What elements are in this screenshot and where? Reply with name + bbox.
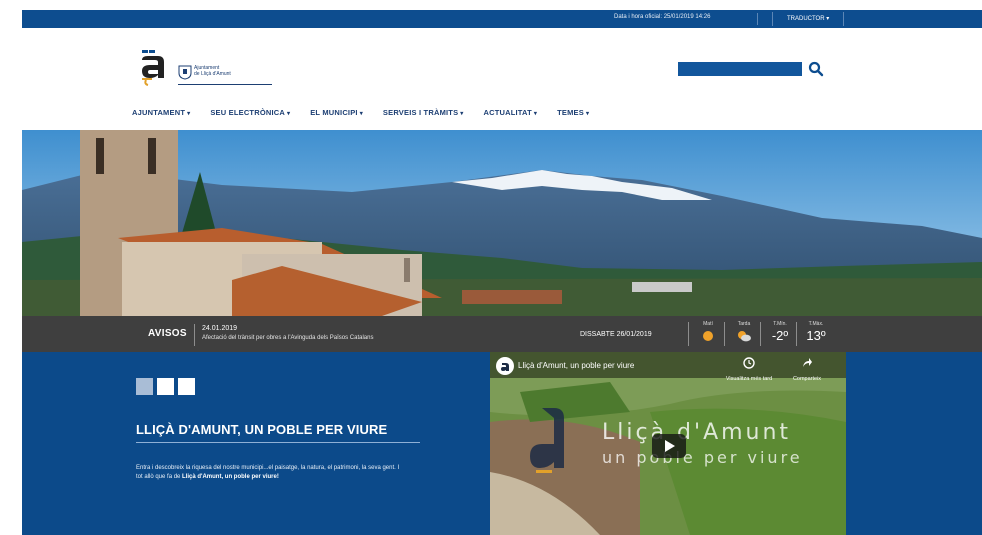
nav-item-temes[interactable]: TEMES ▾ — [557, 108, 589, 122]
chevron-down-icon: ▾ — [287, 111, 291, 117]
intro-paragraph: Entra i descobreix la riquesa del nostre… — [136, 464, 406, 481]
nav-item-serveis-tramits[interactable]: SERVEIS I TRÀMITS ▾ — [383, 108, 464, 122]
weather-afternoon: Tarda — [730, 320, 758, 348]
notice-link[interactable]: Afectació del trànsit per obres a l'Avin… — [202, 335, 373, 341]
channel-logo-icon[interactable] — [496, 357, 514, 375]
chevron-down-icon: ▾ — [585, 111, 590, 117]
search-icon[interactable] — [808, 61, 824, 77]
chevron-down-icon: ▾ — [460, 111, 464, 117]
site-header: Ajuntament de Lliçà d'Amunt AJUNTAMENT ▾ … — [22, 28, 982, 130]
hero-landscape-image — [22, 130, 982, 316]
slide-dot[interactable] — [178, 378, 195, 395]
main-nav: AJUNTAMENT ▾ SEU ELECTRÒNICA ▾ EL MUNICIPI… — [132, 108, 609, 122]
nav-item-el-municipi[interactable]: EL MUNICIPI ▾ — [310, 108, 363, 122]
partly-cloudy-icon — [738, 331, 751, 342]
nav-item-seu-electronica[interactable]: SEU ELECTRÒNICA ▾ — [210, 108, 290, 122]
notices-label: AVISOS — [148, 328, 187, 339]
logo-wordmark: Ajuntament de Lliçà d'Amunt — [194, 65, 231, 77]
slide-dot[interactable] — [136, 378, 153, 395]
watch-later-button[interactable]: Visualitza més tard — [724, 356, 774, 382]
logo-line-2: de Lliçà d'Amunt — [194, 71, 231, 77]
section-headline: LLIÇÀ D'AMUNT, UN POBLE PER VIURE — [136, 422, 388, 437]
weather-divider — [796, 322, 797, 346]
share-icon — [803, 358, 812, 367]
chevron-down-icon: ▾ — [187, 111, 191, 117]
slide-dot[interactable] — [157, 378, 174, 395]
video-player[interactable]: Lliçà d'Amunt, un poble per viure Visual… — [490, 352, 846, 535]
chevron-down-icon: ▾ — [826, 16, 830, 22]
search-input[interactable] — [678, 62, 802, 76]
video-title[interactable]: Lliçà d'Amunt, un poble per viure — [518, 361, 634, 370]
notice-divider — [194, 324, 195, 346]
current-date: DISSABTE 26/01/2019 — [580, 331, 652, 338]
town-logo-icon[interactable] — [138, 48, 168, 86]
page-frame: Data i hora oficial: 25/01/2019 14:26 TR… — [22, 10, 982, 535]
nav-item-actualitat[interactable]: ACTUALITAT ▾ — [484, 108, 538, 122]
topbar-divider — [757, 13, 758, 25]
clock-icon — [743, 357, 755, 369]
sun-icon — [703, 331, 713, 341]
chevron-down-icon: ▾ — [533, 111, 538, 117]
video-overlay-subtitle: un poble per viure — [602, 448, 803, 467]
nav-item-ajuntament[interactable]: AJUNTAMENT ▾ — [132, 108, 190, 122]
weather-morning: Matí — [694, 320, 722, 348]
coat-of-arms-icon — [178, 65, 192, 80]
translator-dropdown[interactable]: TRADUCTOR ▾ — [772, 12, 845, 26]
weather-divider — [760, 322, 761, 346]
weather-max-temp: T.Màx. 13º — [806, 321, 826, 343]
translator-label: TRADUCTOR — [787, 16, 825, 22]
logo-underline — [178, 84, 272, 85]
play-button[interactable] — [652, 434, 686, 458]
notice-bar: AVISOS 24.01.2019 Afectació del trànsit … — [22, 316, 982, 352]
video-overlay-title: Lliçà d'Amunt — [602, 420, 792, 445]
slide-indicators — [136, 378, 195, 395]
weather-min-temp: T.Mín. -2º — [771, 321, 789, 343]
headline-divider — [136, 442, 420, 443]
notice-date: 24.01.2019 — [202, 325, 238, 332]
weather-divider — [724, 322, 725, 346]
top-utility-bar: Data i hora oficial: 25/01/2019 14:26 TR… — [22, 10, 982, 28]
official-clock: Data i hora oficial: 25/01/2019 14:26 — [614, 14, 711, 20]
intro-emphasis: Lliçà d'Amunt, un poble per viure! — [182, 473, 279, 480]
share-button[interactable]: Comparteix — [784, 356, 830, 382]
weather-divider — [688, 322, 689, 346]
chevron-down-icon: ▾ — [359, 111, 363, 117]
